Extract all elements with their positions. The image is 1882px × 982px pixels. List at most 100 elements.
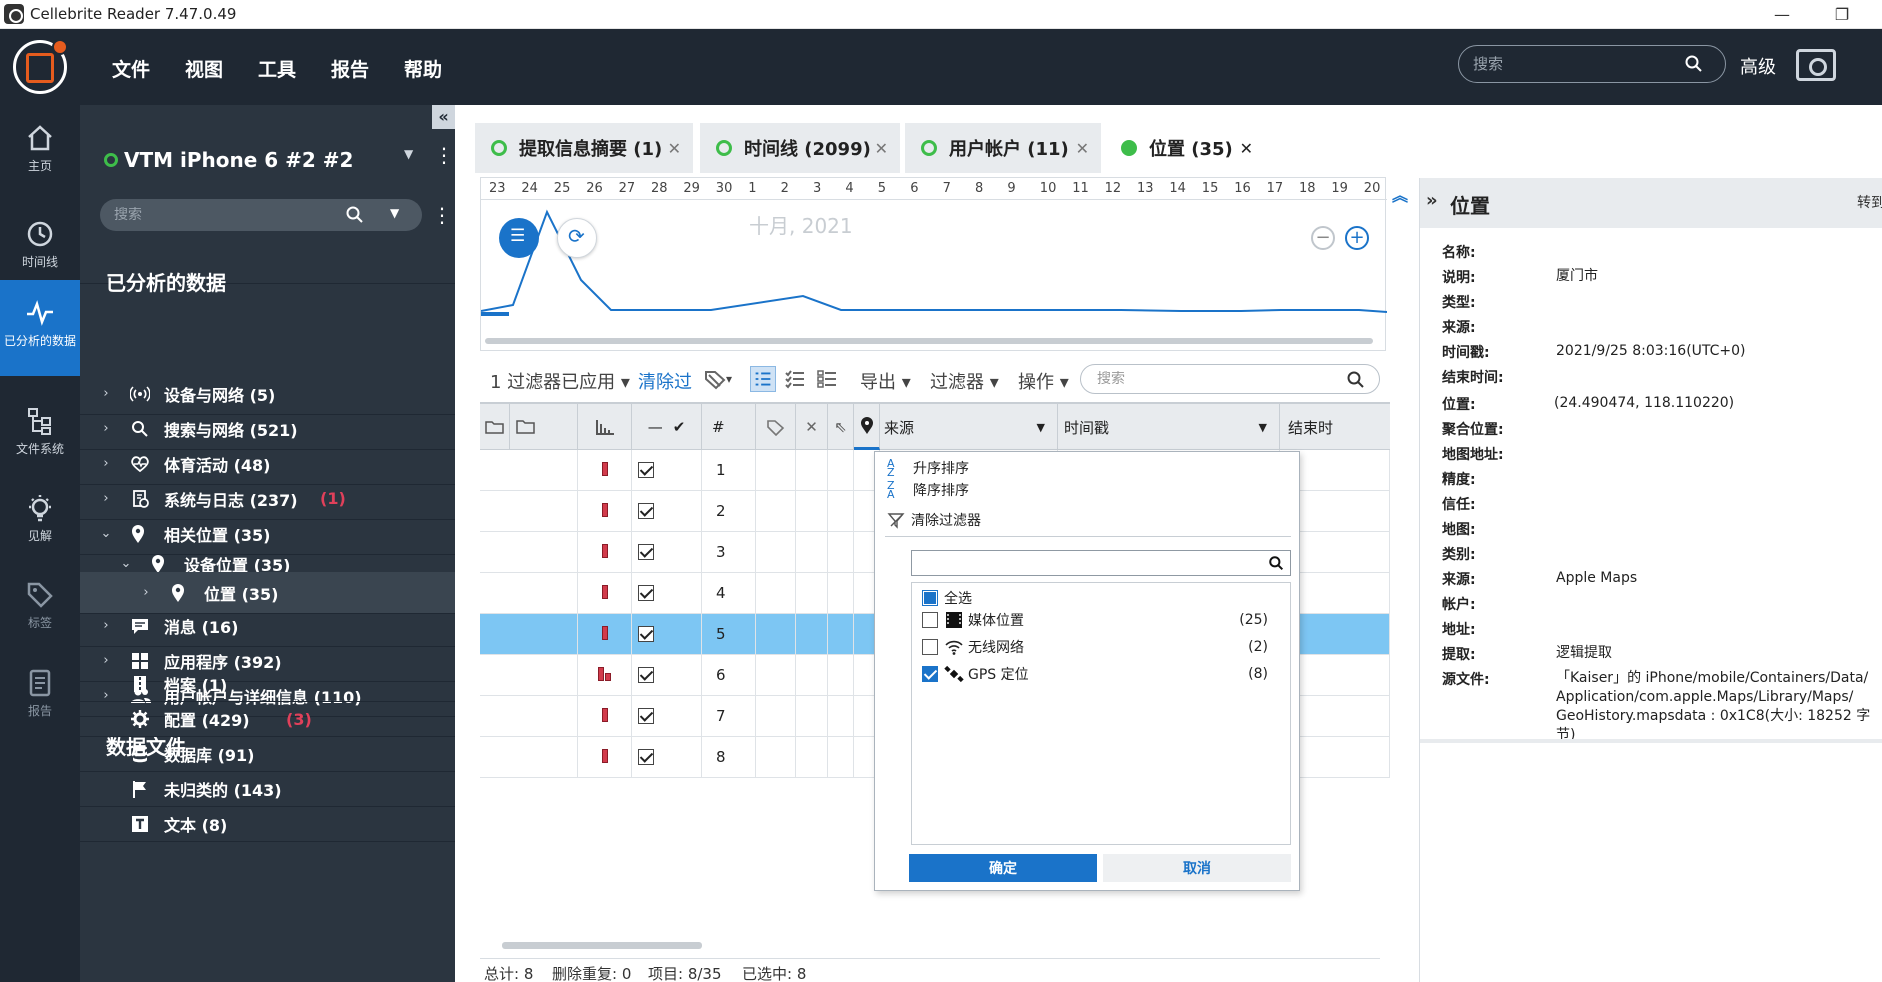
filter-dropdown[interactable]: 过滤器 ▾	[930, 368, 999, 394]
close-icon[interactable]: ✕	[1240, 139, 1253, 158]
search-icon[interactable]	[1269, 556, 1284, 571]
goto-link[interactable]: 转到	[1857, 192, 1882, 212]
row-checkbox[interactable]	[638, 708, 654, 724]
pointer-icon[interactable]: ⇖	[828, 404, 854, 450]
filter-search-input[interactable]	[912, 551, 1252, 575]
menu-report[interactable]: 报告	[331, 55, 369, 82]
filters-applied-dropdown[interactable]: 1 过滤器已应用 ▾	[490, 368, 630, 394]
close-icon[interactable]: ✕	[1076, 139, 1089, 158]
filter-option[interactable]: 无线网络 (2)	[922, 636, 1282, 658]
menu-view[interactable]: 视图	[185, 55, 223, 82]
tab-locations[interactable]: 位置 (35) ✕	[1105, 123, 1265, 173]
list-uncheck-icon[interactable]	[814, 366, 840, 392]
filter-option[interactable]: 媒体位置 (25)	[922, 609, 1282, 631]
search-icon[interactable]	[346, 206, 364, 224]
list-view-button[interactable]	[499, 218, 539, 258]
ok-button[interactable]: 确定	[909, 854, 1097, 882]
datafile-item[interactable]: 未归类的 (143)	[80, 772, 455, 807]
actions-dropdown[interactable]: 操作 ▾	[1018, 368, 1069, 394]
detail-value[interactable]: Application/com.apple.Maps/Library/Maps/	[1556, 688, 1853, 707]
chevron-right-icon[interactable]: ›	[100, 653, 112, 668]
more-vertical-icon[interactable]: ⋮	[432, 203, 452, 227]
global-search-input[interactable]	[1473, 55, 1673, 73]
chevron-down-icon[interactable]: ▼	[390, 206, 399, 220]
timeline-scrollbar[interactable]	[481, 336, 1387, 346]
collapse-up-icon[interactable]: ︽	[1392, 182, 1408, 206]
tab-extraction-summary[interactable]: 提取信息摘要 (1) ✕	[475, 123, 693, 173]
row-checkbox[interactable]	[638, 626, 654, 642]
more-vertical-icon[interactable]: ⋮	[434, 143, 454, 167]
row-checkbox[interactable]	[638, 585, 654, 601]
tab-user-accounts[interactable]: 用户帐户 (11) ✕	[905, 123, 1101, 173]
chevron-right-icon[interactable]: ›	[100, 421, 112, 436]
clear-filter-button[interactable]: 清除过	[638, 368, 692, 394]
datafile-item[interactable]: 配置 (429) (3)	[80, 702, 455, 737]
sort-descending-item[interactable]: ZA 降序排序	[887, 480, 969, 500]
chevron-down-icon[interactable]: ▾	[726, 372, 732, 386]
menu-file[interactable]: 文件	[112, 55, 150, 82]
location-pin-icon[interactable]	[854, 404, 880, 450]
nav-file-system[interactable]: 文件系统	[0, 388, 80, 484]
menu-tools[interactable]: 工具	[258, 55, 296, 82]
delete-x-icon[interactable]: ✕	[796, 404, 828, 450]
column-header-number[interactable]: #	[702, 404, 756, 450]
chevron-down-icon[interactable]: ▼	[1259, 421, 1267, 434]
tab-timeline[interactable]: 时间线 (2099) ✕	[700, 123, 900, 173]
export-dropdown[interactable]: 导出 ▾	[860, 368, 911, 394]
folder-open-icon[interactable]	[480, 404, 510, 450]
chevron-down-icon[interactable]: ⌄	[100, 526, 112, 541]
filter-option[interactable]: GPS 定位 (8)	[922, 663, 1282, 685]
nav-analyzed-data[interactable]: 已分析的数据	[0, 280, 80, 376]
tree-search-input[interactable]	[114, 207, 344, 223]
search-icon[interactable]	[1347, 371, 1365, 389]
chevron-right-icon[interactable]: ›	[100, 386, 112, 401]
close-icon[interactable]: ✕	[668, 139, 681, 158]
datafile-item[interactable]: 数据库 (91)	[80, 737, 455, 772]
row-checkbox[interactable]	[638, 667, 654, 683]
chevron-down-icon[interactable]: ▼	[1037, 421, 1045, 434]
filter-option-checkbox[interactable]	[922, 666, 938, 682]
dash-icon[interactable]: —	[648, 418, 663, 436]
grid-horizontal-scrollbar[interactable]	[488, 940, 1386, 950]
row-checkbox[interactable]	[638, 462, 654, 478]
zoom-in-button[interactable]: +	[1345, 226, 1369, 250]
advanced-search-link[interactable]: 高级	[1740, 53, 1776, 79]
nav-home[interactable]: 主页	[0, 105, 80, 201]
filter-option-checkbox[interactable]	[922, 612, 938, 628]
camera-icon[interactable]	[1796, 49, 1836, 81]
close-icon[interactable]: ✕	[875, 139, 888, 158]
nav-tags[interactable]: 标签	[0, 562, 80, 658]
select-all-checkbox[interactable]	[922, 590, 938, 606]
folder-icon[interactable]	[510, 404, 578, 450]
column-header-source[interactable]: 来源 ▼	[880, 404, 1058, 450]
nav-reports[interactable]: 报告	[0, 650, 80, 746]
column-header-timestamp[interactable]: 时间戳 ▼	[1058, 404, 1280, 450]
collapse-panel-button[interactable]: «	[432, 105, 455, 129]
row-checkbox[interactable]	[638, 503, 654, 519]
chevron-right-icon[interactable]: ›	[100, 456, 112, 471]
bar-chart-icon[interactable]	[578, 404, 632, 450]
filter-option-select-all[interactable]: 全选	[922, 587, 1282, 609]
list-check-all-icon[interactable]	[782, 366, 808, 392]
zoom-out-button[interactable]: −	[1311, 226, 1335, 250]
check-toggle-header[interactable]: — ✔	[632, 404, 702, 450]
menu-help[interactable]: 帮助	[404, 55, 442, 82]
clear-filter-item[interactable]: 清除过滤器	[887, 510, 981, 530]
check-icon[interactable]: ✔	[673, 418, 686, 436]
maximize-button[interactable]: ❐	[1812, 0, 1872, 29]
list-check-icon[interactable]	[750, 366, 776, 392]
chevron-down-icon[interactable]: ▼	[404, 147, 413, 161]
detail-value[interactable]: 「Kaiser」的 iPhone/mobile/Containers/Data/	[1556, 669, 1868, 688]
datafile-item[interactable]: 档案 (1)	[80, 667, 455, 702]
tag-filter-icon[interactable]	[702, 366, 728, 392]
tag-icon[interactable]	[756, 404, 796, 450]
minimize-button[interactable]: —	[1752, 0, 1812, 29]
column-header-end-time[interactable]: 结束时	[1280, 404, 1390, 450]
device-selector[interactable]: VTM iPhone 6 #2 #2 ▼ ⋮	[104, 143, 454, 177]
filter-option-checkbox[interactable]	[922, 639, 938, 655]
sort-ascending-item[interactable]: AZ 升序排序	[887, 458, 969, 478]
cancel-button[interactable]: 取消	[1103, 854, 1291, 882]
datafile-item[interactable]: 文本 (8)	[80, 807, 455, 842]
expand-right-icon[interactable]: »	[1426, 190, 1438, 211]
chevron-right-icon[interactable]: ›	[100, 491, 112, 506]
